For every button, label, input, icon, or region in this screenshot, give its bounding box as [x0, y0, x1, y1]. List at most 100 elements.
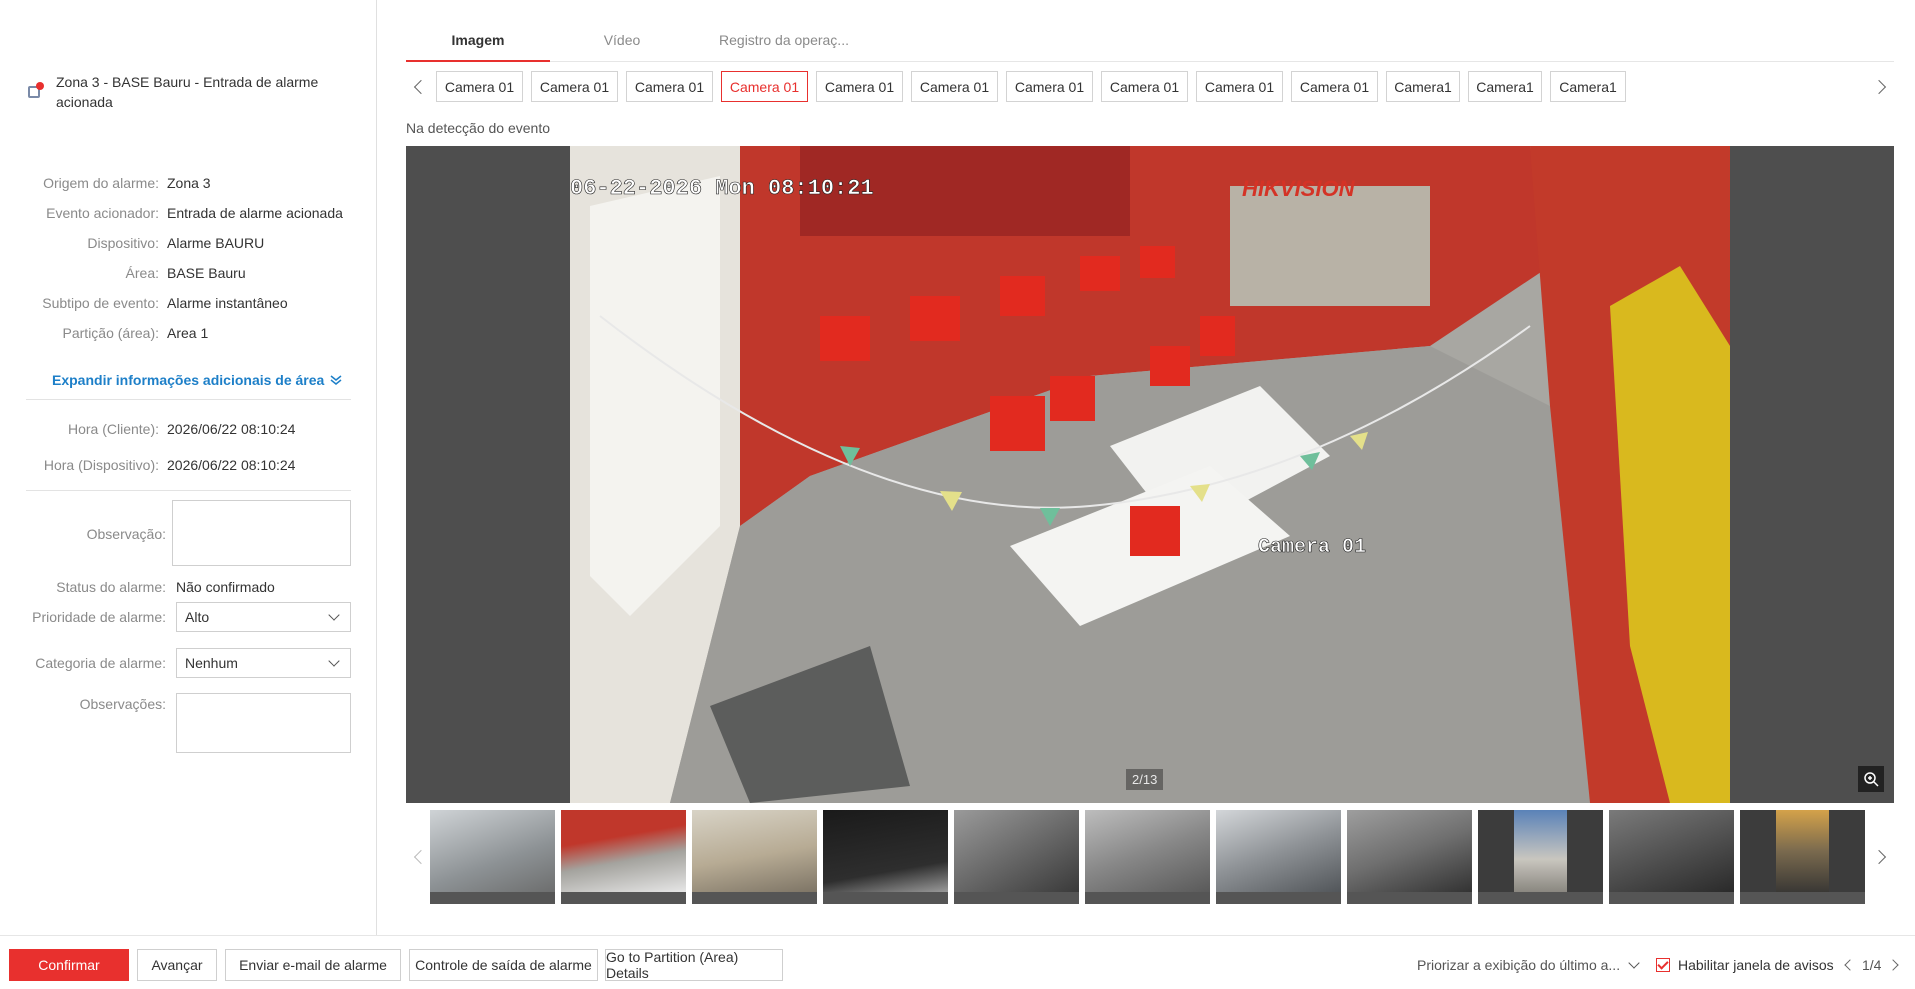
camera-button[interactable]: Camera1 — [1550, 71, 1626, 102]
expand-area-info-link[interactable]: Expandir informações adicionais de área — [52, 372, 342, 388]
info-row-area: Área: BASE Bauru — [0, 261, 377, 285]
partition-details-button[interactable]: Go to Partition (Area) Details — [605, 949, 783, 981]
zoom-button[interactable] — [1858, 766, 1884, 792]
camera-button-selected[interactable]: Camera 01 — [721, 71, 808, 102]
action-bar: Confirmar Avançar Enviar e-mail de alarm… — [0, 935, 1915, 989]
osd-brand: HIKVISION — [1242, 176, 1356, 201]
camera-button[interactable]: Camera 01 — [531, 71, 618, 102]
camera-button[interactable]: Camera 01 — [1291, 71, 1378, 102]
info-value: Area 1 — [167, 325, 209, 341]
camera-button[interactable]: Camera 01 — [911, 71, 998, 102]
prioridade-value: Alto — [185, 609, 210, 625]
expand-link-label: Expandir informações adicionais de área — [52, 372, 325, 388]
chevron-down-icon — [328, 655, 340, 667]
camera-selector: Camera 01 Camera 01 Camera 01 Camera 01 … — [406, 71, 1894, 103]
observacoes-label: Observações: — [79, 696, 166, 712]
thumbnail[interactable] — [954, 810, 1079, 904]
divider — [26, 490, 351, 491]
page-indicator: 1/4 — [1862, 957, 1882, 973]
camera-button[interactable]: Camera 01 — [1006, 71, 1093, 102]
info-row-particao: Partição (área): Area 1 — [0, 321, 377, 345]
thumbnail[interactable] — [1347, 810, 1472, 904]
confirm-button[interactable]: Confirmar — [9, 949, 129, 981]
prioritize-latest-select[interactable]: Priorizar a exibição do último a... — [1417, 957, 1642, 973]
thumbnail[interactable] — [823, 810, 948, 904]
camera-button[interactable]: Camera 01 — [626, 71, 713, 102]
info-label: Dispositivo: — [87, 235, 159, 251]
thumbnail[interactable] — [1478, 810, 1603, 904]
alarm-details-panel: Zona 3 - BASE Bauru - Entrada de alarme … — [0, 0, 377, 935]
thumbnail[interactable] — [430, 810, 555, 904]
observacoes-textarea[interactable] — [176, 693, 351, 753]
enable-window-label: Habilitar janela de avisos — [1678, 957, 1834, 973]
thumbnail-strip — [406, 810, 1894, 906]
info-value: Entrada de alarme acionada — [167, 205, 343, 221]
categoria-value: Nenhum — [185, 655, 238, 671]
observacao-textarea[interactable] — [172, 500, 351, 566]
info-value: Alarme instantâneo — [167, 295, 288, 311]
time-row-device: Hora (Dispositivo): 2026/06/22 08:10:24 — [0, 453, 377, 477]
categoria-select[interactable]: Nenhum — [176, 648, 351, 678]
snapshot-scene: 06-22-2026 Mon 08:10:21 HIKVISION Camera… — [570, 146, 1730, 803]
image-viewer: 06-22-2026 Mon 08:10:21 HIKVISION Camera… — [406, 146, 1894, 803]
thumbnail-selected[interactable] — [561, 810, 686, 904]
info-label: Partição (área): — [62, 325, 159, 341]
prioridade-label: Prioridade de alarme: — [32, 609, 166, 625]
thumbnail[interactable] — [1085, 810, 1210, 904]
observacao-label: Observação: — [86, 526, 166, 542]
zoom-in-icon — [1864, 772, 1879, 787]
checkbox-checked-icon — [1656, 958, 1670, 972]
info-value: Zona 3 — [167, 175, 211, 191]
camera-button[interactable]: Camera 01 — [436, 71, 523, 102]
media-panel: Imagem Vídeo Registro da operaç... Camer… — [406, 0, 1894, 935]
alarm-device-icon — [26, 82, 44, 100]
info-row-dispositivo: Dispositivo: Alarme BAURU — [0, 231, 377, 255]
time-label: Hora (Cliente): — [67, 421, 159, 437]
prioritize-label: Priorizar a exibição do último a... — [1417, 957, 1621, 973]
enable-alert-window-checkbox[interactable]: Habilitar janela de avisos — [1656, 957, 1834, 973]
tab-video[interactable]: Vídeo — [550, 24, 694, 61]
camera-button[interactable]: Camera1 — [1386, 71, 1460, 102]
time-row-client: Hora (Cliente): 2026/06/22 08:10:24 — [0, 417, 377, 441]
image-counter: 2/13 — [1126, 769, 1164, 790]
thumbnail[interactable] — [692, 810, 817, 904]
chevron-left-icon[interactable] — [1844, 959, 1856, 971]
camera-button[interactable]: Camera 01 — [816, 71, 903, 102]
camera-button[interactable]: Camera1 — [1468, 71, 1542, 102]
double-chevron-down-icon — [330, 375, 342, 385]
camera-snapshot: 06-22-2026 Mon 08:10:21 HIKVISION Camera… — [570, 146, 1730, 803]
camera-button[interactable]: Camera 01 — [1101, 71, 1188, 102]
info-label: Área: — [125, 265, 159, 281]
camera-button[interactable]: Camera 01 — [1196, 71, 1283, 102]
prioridade-select[interactable]: Alto — [176, 602, 351, 632]
alarm-title: Zona 3 - BASE Bauru - Entrada de alarme … — [56, 74, 319, 110]
info-row-subtipo: Subtipo de evento: Alarme instantâneo — [0, 291, 377, 315]
chevron-down-icon — [1628, 957, 1640, 969]
output-control-button[interactable]: Controle de saída de alarme — [409, 949, 598, 981]
send-email-button[interactable]: Enviar e-mail de alarme — [225, 949, 401, 981]
thumbnail[interactable] — [1740, 810, 1865, 904]
info-value: Alarme BAURU — [167, 235, 265, 251]
chevron-right-icon[interactable] — [1887, 959, 1900, 971]
tab-imagem[interactable]: Imagem — [406, 24, 550, 62]
info-label: Evento acionador: — [46, 205, 159, 221]
chevron-right-icon[interactable] — [1871, 79, 1887, 95]
media-tabs: Imagem Vídeo Registro da operaç... — [406, 24, 1894, 62]
alarm-header: Zona 3 - BASE Bauru - Entrada de alarme … — [26, 72, 366, 112]
info-label: Subtipo de evento: — [42, 295, 159, 311]
thumbnail[interactable] — [1216, 810, 1341, 904]
status-value: Não confirmado — [176, 579, 275, 595]
chevron-left-icon[interactable] — [413, 849, 429, 865]
thumbnail[interactable] — [1609, 810, 1734, 904]
divider — [26, 399, 351, 400]
pager: 1/4 — [1844, 957, 1900, 973]
advance-button[interactable]: Avançar — [137, 949, 217, 981]
chevron-right-icon[interactable] — [1871, 849, 1887, 865]
time-label: Hora (Dispositivo): — [43, 457, 159, 473]
time-value: 2026/06/22 08:10:24 — [167, 421, 296, 437]
chevron-left-icon[interactable] — [413, 79, 429, 95]
tab-registro[interactable]: Registro da operaç... — [694, 24, 874, 61]
osd-timestamp: 06-22-2026 Mon 08:10:21 — [570, 176, 874, 201]
info-row-evento: Evento acionador: Entrada de alarme acio… — [0, 201, 377, 225]
info-value: BASE Bauru — [167, 265, 246, 281]
